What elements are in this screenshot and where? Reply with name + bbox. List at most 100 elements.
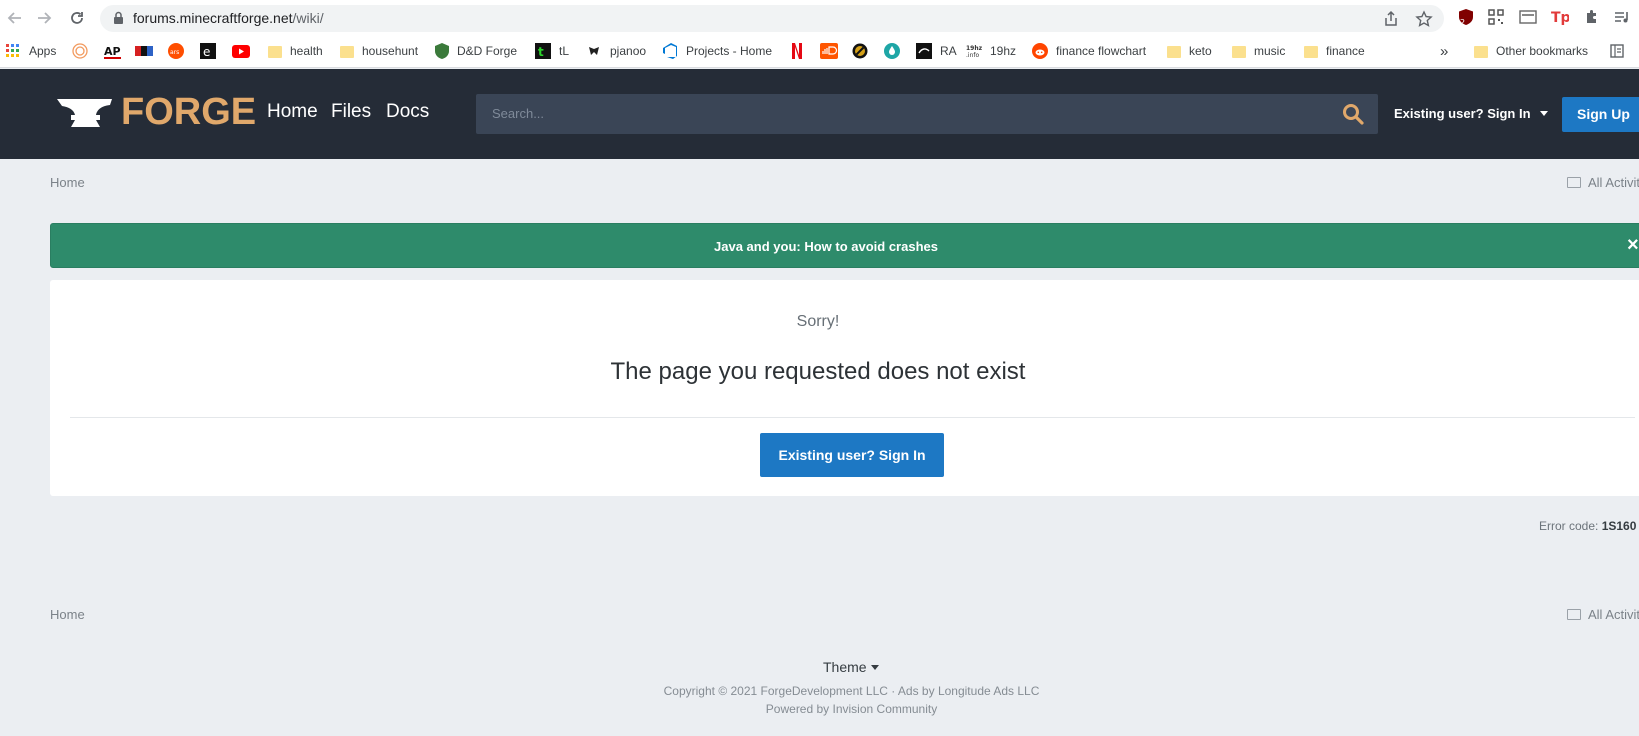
drop-icon [884, 43, 900, 59]
bookmark-finance-flowchart[interactable]: finance flowchart [1032, 42, 1146, 60]
breadcrumb-home[interactable]: Home [50, 175, 85, 190]
bookmark-rings[interactable] [72, 42, 88, 60]
sign-in-label: Existing user? Sign In [1394, 106, 1531, 121]
copyright-text: Copyright © 2021 ForgeDevelopment LLC · … [663, 684, 1040, 698]
share-icon[interactable] [1382, 10, 1400, 28]
reddit-icon [1032, 43, 1048, 59]
bookmark-projects-home[interactable]: Projects - Home [662, 42, 772, 60]
announcement-text[interactable]: Java and you: How to avoid crashes [51, 239, 1639, 254]
nav-home[interactable]: Home [267, 101, 318, 123]
tp-icon: Tp [1551, 10, 1569, 25]
bookmark-youtube[interactable] [232, 42, 250, 60]
bookmark-circle-slash[interactable] [852, 42, 868, 60]
all-activity-label: All Activity [1588, 607, 1639, 622]
url-text: forums.minecraftforge.net/wiki/ [133, 10, 324, 26]
search-icon[interactable] [1342, 103, 1364, 125]
ra-icon [916, 43, 932, 59]
bookmark-label: Projects - Home [686, 44, 773, 58]
panel-divider [70, 417, 1635, 418]
error-panel: Sorry! The page you requested does not e… [50, 280, 1639, 496]
qr-code-icon [1488, 9, 1504, 25]
shield-icon [435, 43, 449, 59]
bookmark-apps[interactable]: Apps [6, 42, 56, 60]
ublock-extension[interactable]: 2 [1456, 7, 1476, 27]
bookmark-ra[interactable]: RA [916, 42, 957, 60]
css-viewer-icon [1519, 10, 1537, 24]
folder-icon [1167, 45, 1181, 58]
e-icon: e [200, 43, 216, 59]
reload-button[interactable] [65, 6, 89, 30]
bookmark-e[interactable]: e [200, 42, 216, 60]
bookmark-ars[interactable]: ars [168, 42, 184, 60]
forge-logo[interactable]: FORGE [57, 91, 256, 134]
bookmark-dnd-forge[interactable]: D&D Forge [435, 42, 517, 60]
search-input[interactable]: Search... [476, 94, 1378, 134]
media-button[interactable] [1612, 7, 1632, 27]
css-extension[interactable] [1518, 7, 1538, 27]
tp-extension[interactable]: Tp [1550, 7, 1570, 27]
address-bar[interactable]: forums.minecraftforge.net/wiki/ [100, 5, 1444, 32]
site-header: FORGE Home Files Docs Search... Existing… [0, 69, 1639, 159]
all-activity-link[interactable]: All Activity [1567, 175, 1639, 190]
bookmark-folder-health[interactable]: health [268, 42, 323, 60]
ap-icon: AP [104, 45, 121, 59]
music-queue-icon [1615, 12, 1628, 23]
bookmark-folder-finance[interactable]: finance [1304, 42, 1365, 60]
bookmark-label: Apps [29, 44, 57, 58]
bookmark-folder-househunt[interactable]: househunt [340, 42, 418, 60]
ublock-badge: 2 [1460, 18, 1465, 26]
activity-feed-icon [1567, 177, 1581, 188]
error-code-label: Error code: [1539, 519, 1599, 533]
close-icon[interactable]: × [1627, 234, 1639, 257]
theme-selector[interactable]: Theme [823, 659, 879, 675]
lock-icon [114, 11, 123, 24]
announcement-banner[interactable]: Java and you: How to avoid crashes × [50, 223, 1639, 268]
forward-button[interactable] [32, 6, 56, 30]
bookmarks-bar: Apps AP ars e health househunt D&D Forge… [0, 35, 1639, 68]
ars-icon: ars [168, 43, 184, 59]
folder-icon [1232, 45, 1246, 58]
footer-all-activity-link[interactable]: All Activity [1567, 607, 1639, 622]
bookmark-label: pjanoo [610, 44, 647, 58]
bookmark-other[interactable]: Other bookmarks [1474, 42, 1588, 60]
puzzle-icon [1587, 10, 1596, 23]
star-icon[interactable] [1415, 10, 1433, 28]
svg-text:19hz: 19hz [966, 45, 982, 52]
svg-text:e: e [203, 45, 210, 59]
qr-extension[interactable] [1486, 7, 1506, 27]
bookmark-tl[interactable]: t tL [535, 42, 569, 60]
svg-text:AP: AP [104, 45, 121, 58]
footer-breadcrumb-home[interactable]: Home [50, 607, 85, 622]
bookmark-19hz[interactable]: 19hz .info 19hz [966, 42, 1016, 60]
bookmark-folder-music[interactable]: music [1232, 42, 1285, 60]
sign-in-dropdown[interactable]: Existing user? Sign In [1394, 106, 1549, 121]
azure-devops-icon [663, 43, 677, 59]
back-button[interactable] [3, 6, 27, 30]
svg-text:.info: .info [966, 52, 979, 59]
soundcloud-icon [820, 43, 838, 59]
arrow-left-icon [7, 12, 21, 24]
reading-list-button[interactable] [1610, 42, 1624, 60]
bookmark-npr[interactable] [135, 42, 153, 60]
bookmark-pjanoo[interactable]: pjanoo [586, 42, 646, 60]
ublock-shield-icon: 2 [1459, 9, 1473, 26]
nav-docs[interactable]: Docs [386, 101, 429, 123]
nav-files[interactable]: Files [331, 101, 371, 123]
sign-up-button[interactable]: Sign Up [1562, 97, 1639, 132]
folder-icon [268, 45, 282, 58]
bookmark-folder-keto[interactable]: keto [1167, 42, 1212, 60]
rings-icon [72, 43, 88, 59]
bookmark-label: RA [940, 44, 957, 58]
bookmark-label: 19hz [990, 44, 1017, 58]
bookmark-soundcloud[interactable] [820, 42, 838, 60]
sign-in-button[interactable]: Existing user? Sign In [760, 433, 944, 477]
extensions-button[interactable] [1582, 7, 1602, 27]
bookmark-drop[interactable] [884, 42, 900, 60]
powered-by-text[interactable]: Powered by Invision Community [0, 702, 1639, 716]
pjanoo-icon [589, 47, 599, 55]
bookmark-netflix[interactable] [792, 42, 802, 60]
bookmark-label: finance flowchart [1056, 44, 1147, 58]
logo-text: FORGE [121, 91, 257, 133]
bookmarks-overflow-button[interactable]: » [1440, 42, 1448, 60]
bookmark-ap[interactable]: AP [104, 42, 122, 60]
